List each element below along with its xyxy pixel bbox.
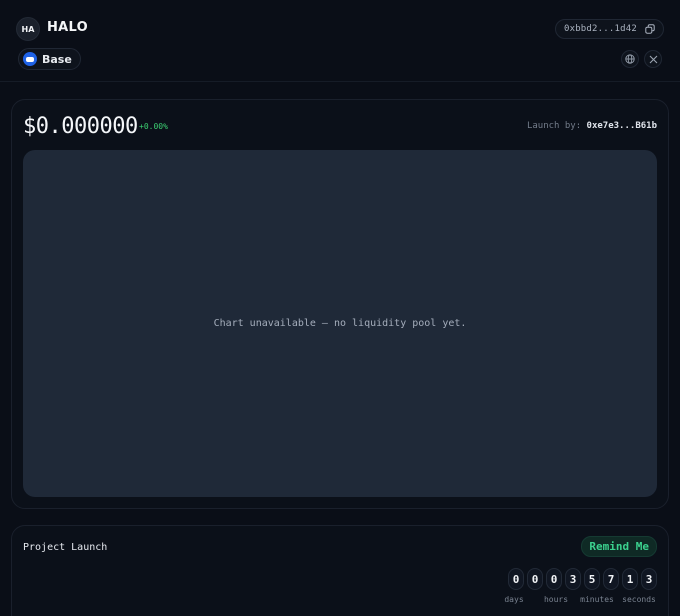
chart-placeholder: Chart unavailable — no liquidity pool ye…: [23, 150, 657, 497]
countdown-digit: 0: [508, 568, 524, 590]
x-icon: [649, 55, 658, 64]
countdown-unit-hours: hours: [543, 595, 569, 604]
countdown-digit: 3: [565, 568, 581, 590]
globe-icon: [625, 54, 635, 64]
website-button[interactable]: [621, 50, 639, 68]
countdown-digit: 0: [546, 568, 562, 590]
project-launch-card: Project Launch Remind Me 0 0 0 3 5 7 1 3…: [11, 525, 669, 616]
countdown-unit-days: days: [504, 595, 524, 604]
contract-address: 0xbbd2...1d42: [563, 24, 637, 34]
contract-address-pill[interactable]: 0xbbd2...1d42: [554, 19, 664, 39]
price-change: +0.00%: [139, 122, 168, 131]
launch-by-label: Launch by:: [526, 121, 582, 131]
countdown-digit: 5: [584, 568, 600, 590]
token-page: HA HALO Base 0xbbd2...1d42 $0.000000 +0.…: [0, 0, 680, 616]
price-chart-card: $0.000000 +0.00% Launch by: 0xe7e3...B61…: [11, 99, 669, 509]
token-price: $0.000000: [23, 114, 138, 139]
launch-by-address[interactable]: 0xe7e3...B61b: [587, 121, 657, 131]
token-header: HA HALO Base 0xbbd2...1d42: [0, 0, 680, 82]
countdown-unit-minutes: minutes: [580, 595, 614, 604]
launch-by: Launch by: 0xe7e3...B61b: [527, 121, 657, 131]
chain-badge[interactable]: Base: [18, 48, 81, 70]
countdown-unit-seconds: seconds: [622, 595, 656, 604]
remind-me-button[interactable]: Remind Me: [581, 536, 657, 557]
countdown-digit: 1: [622, 568, 638, 590]
base-chain-icon: [23, 52, 37, 66]
chain-label: Base: [42, 52, 72, 66]
token-avatar: HA: [16, 17, 40, 41]
countdown-digit: 7: [603, 568, 619, 590]
countdown-digits: 0 0 0 3 5 7 1 3: [508, 568, 657, 590]
project-launch-title: Project Launch: [23, 542, 108, 553]
copy-icon[interactable]: [645, 24, 655, 34]
x-social-button[interactable]: [644, 50, 662, 68]
countdown-digit: 0: [527, 568, 543, 590]
token-name: HALO: [47, 20, 89, 35]
chart-unavailable-message: Chart unavailable — no liquidity pool ye…: [213, 318, 467, 329]
countdown-digit: 3: [641, 568, 657, 590]
countdown-units: days hours minutes seconds: [496, 595, 657, 607]
